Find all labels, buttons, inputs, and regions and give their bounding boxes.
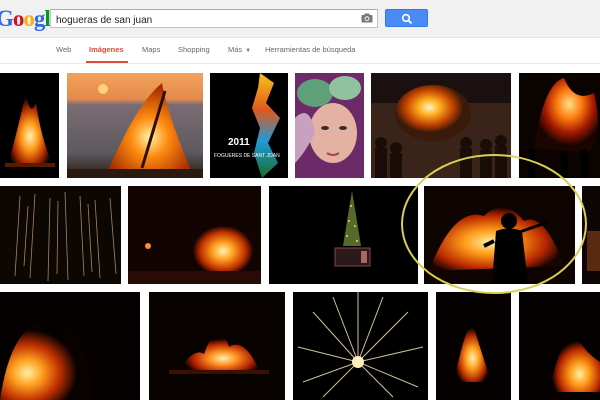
image-result[interactable]: [436, 292, 511, 400]
top-bar: Google: [0, 0, 600, 38]
tab-maps[interactable]: Maps: [142, 45, 160, 54]
poster-title: FOGUERES DE SANT JOAN: [214, 153, 280, 159]
logo-letter: G: [0, 6, 14, 31]
active-tab-indicator: [86, 61, 128, 63]
search-tabs: Web Imágenes Maps Shopping Más ▼ Herramie…: [0, 38, 600, 64]
logo-letter: o: [12, 6, 24, 31]
search-icon: [401, 13, 413, 25]
image-result[interactable]: [0, 186, 121, 284]
logo-letter: g: [33, 6, 45, 31]
image-result[interactable]: [0, 292, 140, 400]
search-button[interactable]: [385, 9, 428, 27]
image-result[interactable]: [582, 186, 600, 284]
tab-more-label: Más: [228, 45, 243, 54]
chevron-down-icon: ▼: [245, 48, 252, 54]
image-result[interactable]: [293, 292, 428, 400]
tab-more[interactable]: Más ▼: [228, 45, 251, 54]
search-input[interactable]: [51, 12, 351, 29]
image-result[interactable]: [519, 292, 600, 400]
poster-year: 2011: [228, 137, 250, 148]
logo-letter: o: [23, 6, 34, 31]
tab-shopping[interactable]: Shopping: [178, 45, 210, 54]
tab-images[interactable]: Imágenes: [89, 45, 124, 54]
image-result[interactable]: [519, 73, 600, 178]
image-result[interactable]: 2011 FOGUERES DE SANT JOAN: [210, 73, 288, 178]
image-result[interactable]: [67, 73, 203, 178]
image-result[interactable]: [0, 73, 59, 178]
image-result[interactable]: [295, 73, 364, 178]
search-box: [50, 9, 378, 29]
image-result[interactable]: [371, 73, 511, 178]
tab-web[interactable]: Web: [56, 45, 71, 54]
tab-search-tools[interactable]: Herramientas de búsqueda: [265, 45, 355, 54]
image-result[interactable]: [269, 186, 418, 284]
camera-icon[interactable]: [361, 13, 373, 23]
image-result[interactable]: [149, 292, 285, 400]
image-result[interactable]: [128, 186, 261, 284]
image-result[interactable]: [424, 186, 575, 284]
